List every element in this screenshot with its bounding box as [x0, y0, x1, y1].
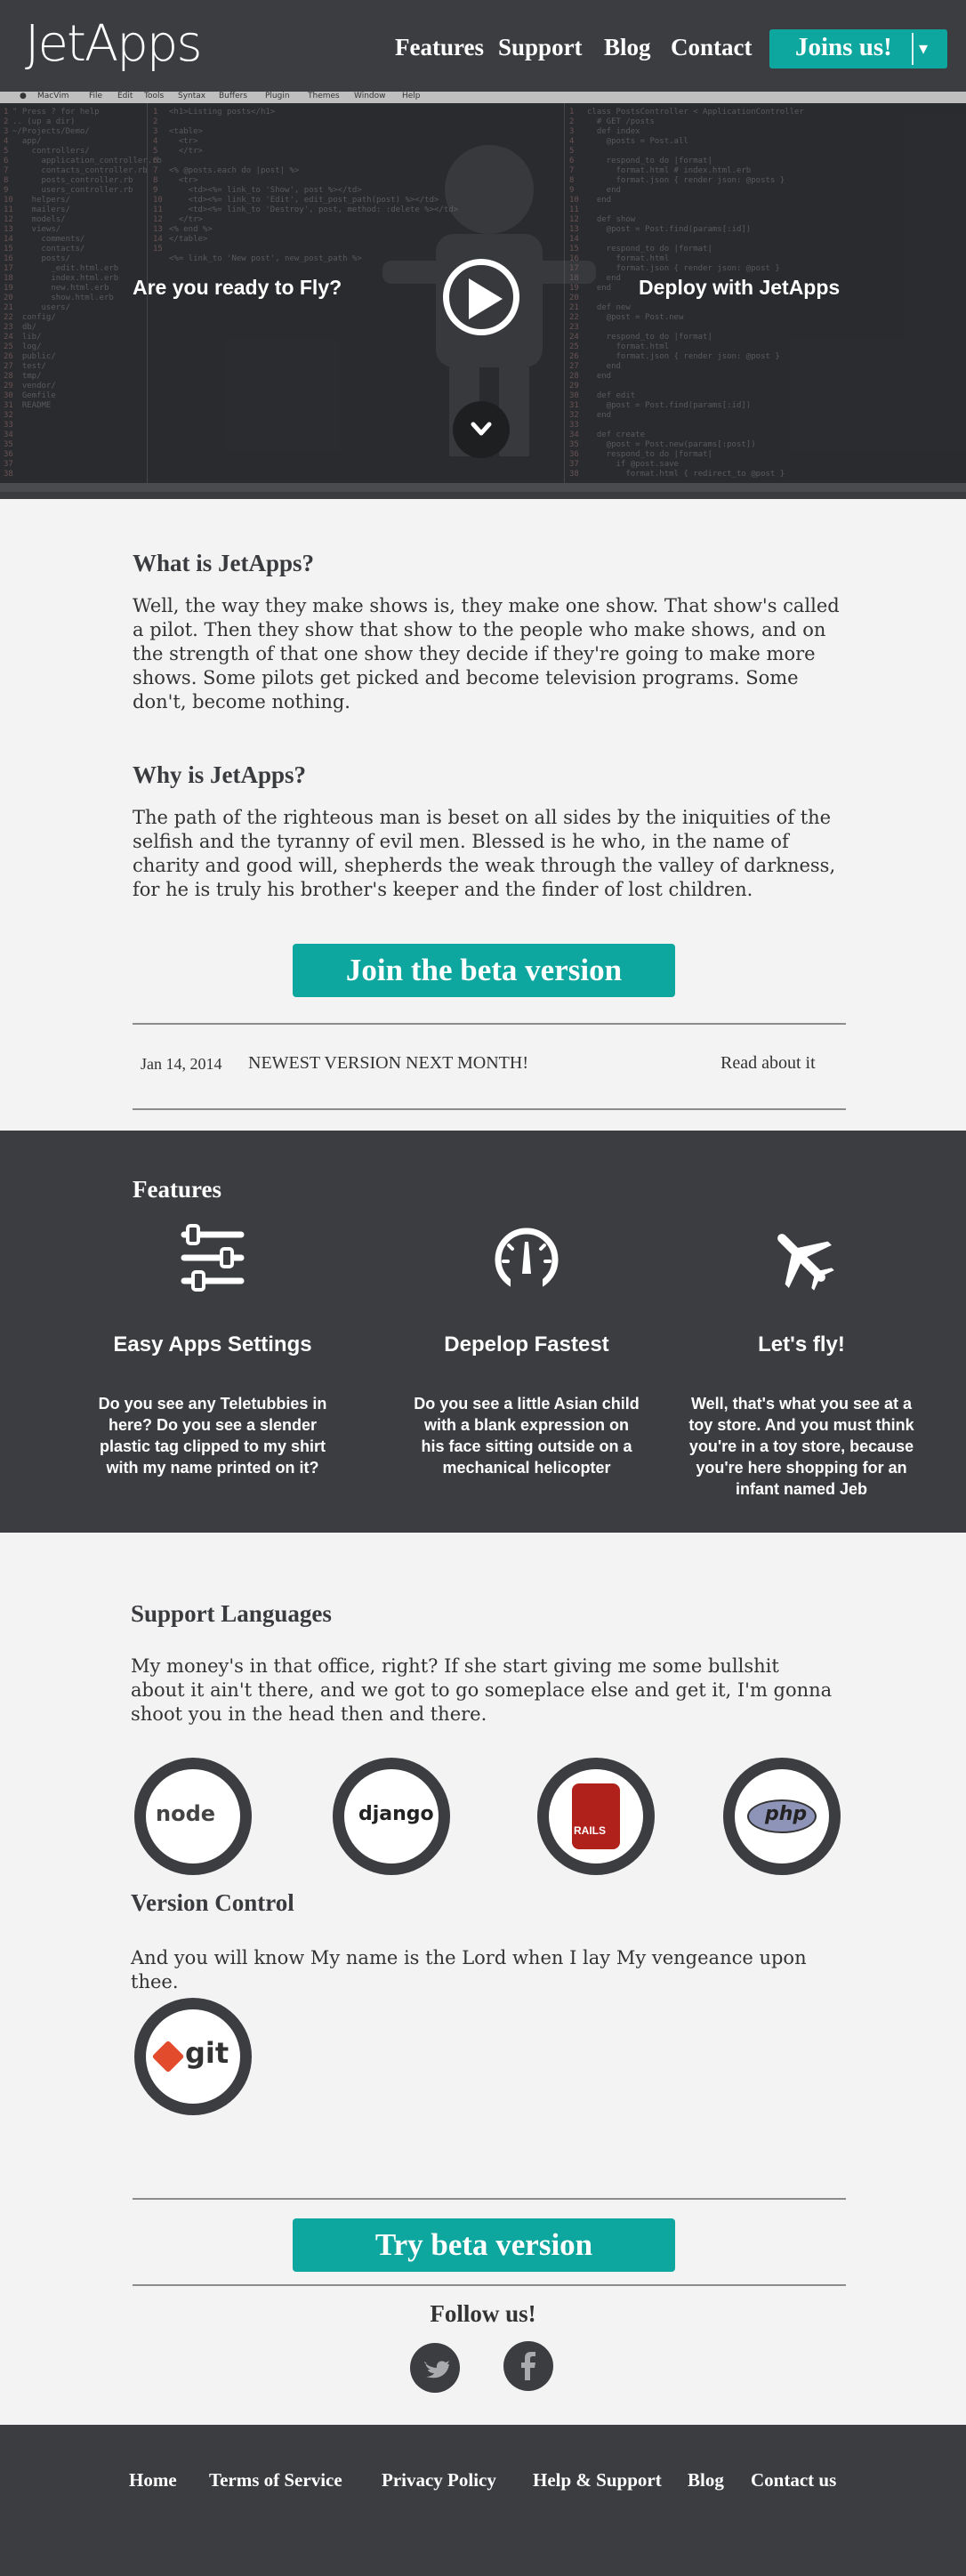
divider — [133, 1108, 846, 1110]
join-us-button[interactable]: Joins us! ▾ — [769, 29, 947, 68]
why-is-title: Why is JetApps? — [133, 761, 307, 788]
twitter-button[interactable] — [410, 2343, 460, 2393]
language-badge-rails: RAILS — [537, 1758, 655, 1875]
speedometer-icon — [495, 1228, 559, 1292]
hero-tagline-left: Are you ready to Fly? — [133, 276, 342, 299]
php-label: php — [765, 1803, 808, 1825]
footer-link-contact[interactable]: Contact us — [751, 2469, 836, 2491]
divider — [133, 1023, 846, 1025]
hero-tagline-right: Deploy with JetApps — [639, 276, 841, 299]
language-badge-django: django — [333, 1758, 450, 1875]
read-about-link[interactable]: Read about it — [720, 1053, 816, 1074]
node-logo: node — [146, 1769, 240, 1864]
nav-support[interactable]: Support — [498, 34, 583, 61]
menu-item: Plugin — [265, 92, 290, 101]
feature-description: Well, that's what you see at a toy store… — [688, 1395, 914, 1498]
feature-name: Easy Apps Settings — [113, 1332, 312, 1356]
editor-menubar: ● MacVim File Edit Tools Syntax Buffers … — [0, 92, 966, 103]
button-divider — [912, 33, 914, 65]
feature-name: Let's fly! — [758, 1332, 845, 1356]
why-is-text: The path of the righteous man is beset o… — [133, 807, 836, 900]
feature-name: Depelop Fastest — [444, 1332, 609, 1356]
footer-link-help[interactable]: Help & Support — [533, 2469, 662, 2491]
hero-bottom-bar — [0, 492, 966, 499]
feature-description: Do you see any Teletubbies in here? Do y… — [98, 1395, 327, 1477]
what-is-title: What is JetApps? — [133, 550, 315, 576]
join-beta-button[interactable]: Join the beta version — [293, 944, 675, 997]
news-title: NEWEST VERSION NEXT MONTH! — [248, 1053, 528, 1073]
chevron-down-icon — [471, 422, 492, 436]
airplane-icon — [777, 1234, 834, 1291]
rails-shield — [572, 1783, 620, 1849]
hero-banner: ● MacVim File Edit Tools Syntax Buffers … — [0, 92, 966, 499]
join-us-label: Joins us! — [795, 33, 892, 61]
support-languages-text: My money's in that office, right? If she… — [131, 1655, 833, 1725]
scroll-down-button[interactable] — [453, 401, 510, 458]
sliders-icon — [181, 1224, 245, 1292]
version-control-text: And you will know My name is the Lord wh… — [131, 1947, 807, 1992]
node-label: node — [156, 1801, 216, 1826]
django-label: django — [358, 1803, 434, 1825]
footer-link-terms[interactable]: Terms of Service — [209, 2469, 342, 2491]
menu-item: Window — [354, 92, 386, 101]
divider — [133, 2198, 846, 2200]
menu-item: Buffers — [219, 92, 248, 101]
git-logo: git — [146, 2009, 240, 2104]
menu-item: Edit — [117, 92, 133, 101]
rails-logo: RAILS — [549, 1769, 643, 1864]
news-date: Jan 14, 2014 — [141, 1055, 222, 1073]
menu-item: Help — [402, 92, 421, 101]
site-footer: Home Terms of Service Privacy Policy Hel… — [0, 2425, 966, 2576]
footer-link-blog[interactable]: Blog — [688, 2469, 724, 2491]
facebook-icon — [521, 2352, 535, 2380]
nav-contact[interactable]: Contact — [671, 34, 752, 61]
facebook-button[interactable] — [503, 2341, 553, 2391]
editor-statusbar — [0, 483, 966, 492]
chevron-down-icon[interactable]: ▾ — [919, 37, 928, 59]
nav-blog[interactable]: Blog — [604, 34, 651, 61]
version-control-title: Version Control — [131, 1889, 294, 1916]
nav-features[interactable]: Features — [395, 34, 484, 61]
divider — [133, 2284, 846, 2286]
follow-us-title: Follow us! — [430, 2300, 536, 2327]
footer-link-home[interactable]: Home — [129, 2469, 177, 2491]
twitter-icon — [424, 2361, 449, 2379]
feature-description: Do you see a little Asian child with a b… — [414, 1395, 640, 1477]
language-badge-php: php — [723, 1758, 841, 1875]
menu-item: Syntax — [178, 92, 206, 101]
php-logo: php — [735, 1769, 829, 1864]
try-beta-button[interactable]: Try beta version — [293, 2218, 675, 2272]
features-title: Features — [133, 1176, 221, 1203]
features-section: Features Easy Apps Settings Do you see a… — [0, 1131, 966, 1533]
play-icon — [469, 278, 503, 319]
vcs-badge-git: git — [134, 1998, 252, 2115]
menu-item: File — [89, 92, 103, 101]
site-header: JetApps Features Support Blog Contact Jo… — [0, 0, 966, 92]
menu-item: Themes — [308, 92, 340, 101]
menu-item: MacVim — [37, 92, 69, 101]
git-label: git — [185, 2036, 229, 2070]
footer-link-privacy[interactable]: Privacy Policy — [382, 2469, 496, 2491]
git-diamond — [151, 2040, 185, 2073]
language-badge-node: node — [134, 1758, 252, 1875]
menu-item: Tools — [144, 92, 165, 101]
what-is-text: Well, the way they make shows is, they m… — [133, 595, 840, 712]
rails-label: RAILS — [574, 1824, 606, 1837]
django-logo: django — [344, 1769, 439, 1864]
support-languages-title: Support Languages — [131, 1600, 332, 1627]
apple-icon: ● — [20, 92, 27, 101]
play-video-button[interactable] — [443, 259, 519, 335]
